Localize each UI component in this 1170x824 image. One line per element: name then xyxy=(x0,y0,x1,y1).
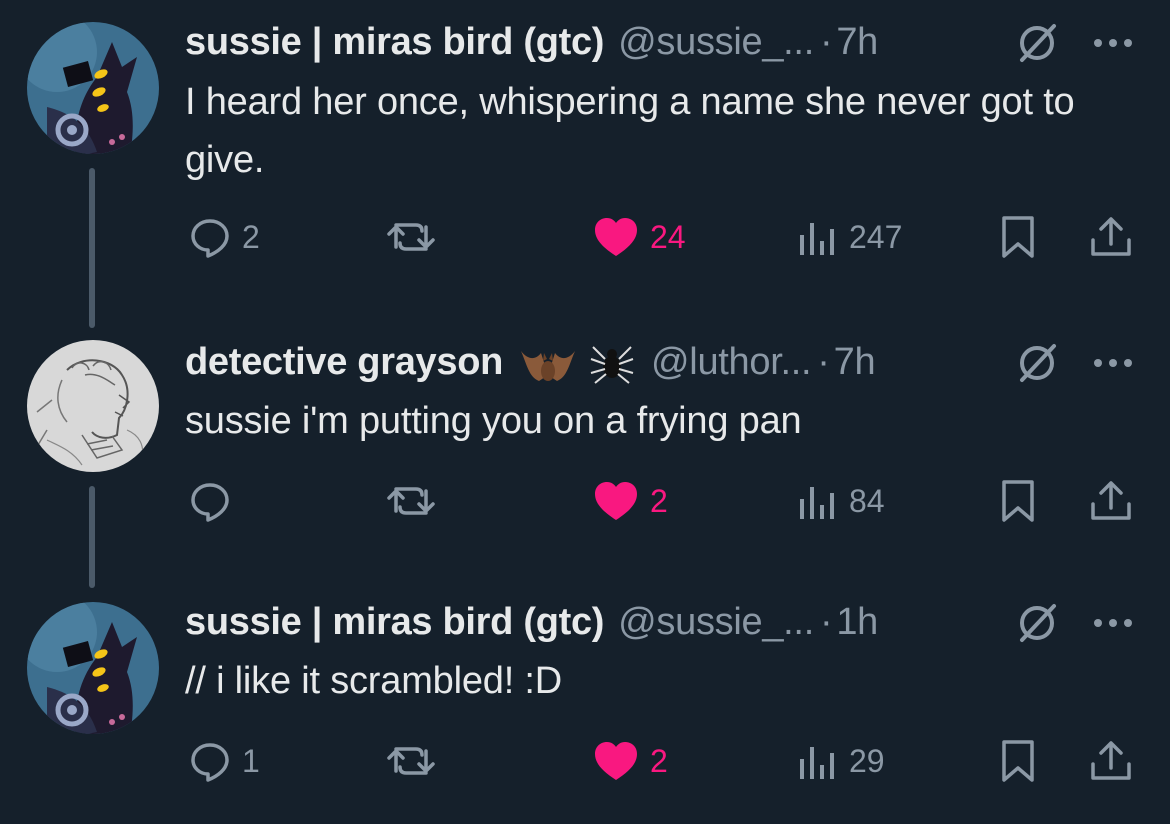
bookmark-button[interactable] xyxy=(1000,736,1036,786)
bookmark-icon xyxy=(1002,740,1034,782)
name-emoji xyxy=(519,337,637,387)
like-button[interactable]: 2 xyxy=(592,476,668,526)
timestamp[interactable]: 7h xyxy=(834,341,876,384)
user-handle[interactable]: @sussie_... xyxy=(618,601,814,644)
user-handle[interactable]: @sussie_... xyxy=(618,21,814,64)
like-button[interactable]: 2 xyxy=(592,736,668,786)
share-icon xyxy=(1091,481,1131,520)
like-count: 24 xyxy=(650,218,686,255)
reply-icon xyxy=(191,219,229,258)
views-icon xyxy=(800,487,834,519)
tweet-header: sussie | miras bird (gtc) @sussie_... · … xyxy=(185,596,878,648)
avatar[interactable] xyxy=(27,340,159,472)
timestamp[interactable]: 7h xyxy=(836,21,878,64)
bird-character-avatar-image xyxy=(27,602,159,734)
reply-count: 2 xyxy=(242,218,260,255)
views-count: 29 xyxy=(849,742,885,779)
views-icon xyxy=(800,223,834,255)
retweet-button[interactable] xyxy=(386,212,446,262)
bookmark-icon xyxy=(1002,480,1034,522)
retweet-button[interactable] xyxy=(386,476,446,526)
user-handle[interactable]: @luthor... xyxy=(651,341,812,384)
bird-character-avatar-image xyxy=(27,22,159,154)
views-count: 247 xyxy=(849,218,903,255)
tweet[interactable]: sussie | miras bird (gtc) @sussie_... · … xyxy=(0,0,1170,300)
bookmark-button[interactable] xyxy=(1000,212,1036,262)
views-button[interactable]: 247 xyxy=(795,212,902,262)
action-bar: 2 24 247 xyxy=(0,212,1170,262)
timestamp[interactable]: 1h xyxy=(836,601,878,644)
tweet-header: sussie | miras bird (gtc) @sussie_... · … xyxy=(185,16,878,68)
reply-thread: sussie | miras bird (gtc) @sussie_... · … xyxy=(0,0,1170,824)
avatar[interactable] xyxy=(27,602,159,734)
views-button[interactable]: 84 xyxy=(795,476,885,526)
display-name[interactable]: detective grayson xyxy=(185,341,503,384)
display-name[interactable]: sussie | miras bird (gtc) xyxy=(185,21,604,64)
heart-icon xyxy=(595,742,637,780)
more-icon[interactable] xyxy=(1090,610,1136,641)
tweet-text: sussie i'm putting you on a frying pan xyxy=(185,400,802,442)
grok-icon[interactable] xyxy=(1014,340,1060,391)
grok-icon[interactable] xyxy=(1014,600,1060,651)
share-button[interactable] xyxy=(1088,736,1134,786)
bookmark-button[interactable] xyxy=(1000,476,1036,526)
retweet-icon xyxy=(387,487,435,515)
separator-dot: · xyxy=(819,20,833,63)
separator-dot: · xyxy=(819,600,833,643)
reply-button[interactable]: 1 xyxy=(188,736,260,786)
share-button[interactable] xyxy=(1088,476,1134,526)
spider-emoji-icon xyxy=(590,346,634,384)
reply-icon xyxy=(191,743,229,782)
like-button[interactable]: 24 xyxy=(592,212,686,262)
share-icon xyxy=(1091,741,1131,780)
like-count: 2 xyxy=(650,482,668,519)
views-button[interactable]: 29 xyxy=(795,736,885,786)
bookmark-icon xyxy=(1002,216,1034,258)
reply-button[interactable]: 2 xyxy=(188,212,260,262)
heart-icon xyxy=(595,482,637,520)
tweet-text: I heard her once, whispering a name she … xyxy=(185,81,1075,181)
reply-button[interactable] xyxy=(188,476,242,526)
grok-icon[interactable] xyxy=(1014,20,1060,71)
views-icon xyxy=(800,747,834,779)
action-bar: 1 2 29 xyxy=(0,736,1170,786)
more-icon[interactable] xyxy=(1090,30,1136,61)
display-name[interactable]: sussie | miras bird (gtc) xyxy=(185,601,604,644)
reply-icon xyxy=(191,483,229,522)
tweet[interactable]: sussie | miras bird (gtc) @sussie_... · … xyxy=(0,580,1170,824)
tweet-text: // i like it scrambled! :D xyxy=(185,660,563,702)
bat-emoji-icon xyxy=(521,351,576,381)
reply-count: 1 xyxy=(242,742,260,779)
share-icon xyxy=(1091,217,1131,256)
views-count: 84 xyxy=(849,482,885,519)
retweet-icon xyxy=(387,223,435,251)
action-bar: 2 84 xyxy=(0,476,1170,526)
separator-dot: · xyxy=(817,340,830,383)
share-button[interactable] xyxy=(1088,212,1134,262)
sketch-portrait-avatar-image xyxy=(27,340,159,472)
tweet[interactable]: detective grayson @luthor... · 7h sussie… xyxy=(0,320,1170,590)
avatar[interactable] xyxy=(27,22,159,154)
retweet-button[interactable] xyxy=(386,736,446,786)
tweet-header: detective grayson @luthor... · 7h xyxy=(185,336,876,388)
retweet-icon xyxy=(387,747,435,775)
more-icon[interactable] xyxy=(1090,350,1136,381)
like-count: 2 xyxy=(650,742,668,779)
heart-icon xyxy=(595,218,637,256)
